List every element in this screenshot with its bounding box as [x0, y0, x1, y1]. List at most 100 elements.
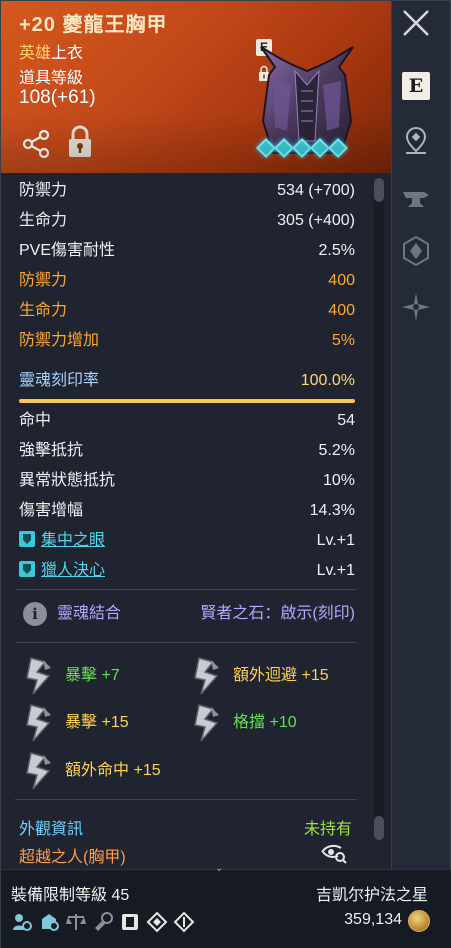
- skill-row: 集中之眼 Lv.+1: [19, 528, 355, 554]
- equip-level-requirement: 裝備限制等級 45: [11, 887, 130, 904]
- soul-imprint-value: 100.0%: [300, 372, 355, 389]
- soul-imprint-row: 靈魂刻印率 100.0%: [19, 368, 355, 394]
- stat-row: 防禦力 534 (+700): [19, 178, 355, 204]
- expand-chevron-icon[interactable]: ⌄: [215, 863, 223, 874]
- sub-stat-row: 異常狀態抵抗 10%: [19, 468, 355, 494]
- preview-eye-icon[interactable]: [321, 843, 347, 865]
- engraving-bonus: +15: [133, 762, 161, 779]
- scrollbar[interactable]: [374, 178, 384, 840]
- soul-imprint-label: 靈魂刻印率: [19, 372, 100, 389]
- stat-label: PVE傷害耐性: [19, 242, 116, 259]
- stat-value: 5%: [331, 332, 355, 349]
- item-tooltip-panel: +20 夔龍王胸甲 英雄上衣 道具等級 108(+61) E E 防禦力 534…: [0, 0, 451, 948]
- stat-value: 2.5%: [318, 242, 355, 259]
- engraving-icon: [26, 752, 51, 790]
- skill-name[interactable]: 集中之眼: [41, 532, 105, 549]
- engraving-item[interactable]: 額外迴避 +15: [191, 656, 361, 696]
- stat-label: 生命力: [19, 302, 68, 319]
- gem-socket: [328, 138, 348, 158]
- stat-value: 305 (+400): [277, 212, 355, 229]
- sub-stat-value: 14.3%: [309, 502, 355, 519]
- item-header: +20 夔龍王胸甲 英雄上衣 道具等級 108(+61) E: [1, 1, 391, 173]
- soul-imprint-bar: [19, 399, 355, 403]
- appearance-label: 外觀資訊: [19, 821, 84, 838]
- share-icon[interactable]: [21, 129, 51, 159]
- engraving-text: 額外命中 +15: [65, 751, 161, 791]
- sub-stat-label: 命中: [19, 412, 52, 429]
- sub-stat-row: 強擊抵抗 5.2%: [19, 438, 355, 464]
- no-auction-icon: [66, 914, 86, 930]
- engraving-name: 額外迴避: [233, 667, 298, 684]
- engraving-bonus: +7: [101, 667, 120, 684]
- lock-icon[interactable]: [67, 125, 93, 159]
- engraving-name: 暴擊: [65, 714, 98, 731]
- item-level-value: 108(+61): [19, 87, 96, 108]
- skill-name[interactable]: 獵人決心: [41, 562, 105, 579]
- appearance-status: 未持有: [304, 821, 353, 838]
- sub-stat-label: 強擊抵抗: [19, 442, 84, 459]
- stat-label: 生命力: [19, 212, 68, 229]
- engraving-text: 暴擊 +15: [65, 703, 129, 743]
- grade-slot: 上衣: [51, 45, 84, 62]
- gem-socket: [292, 138, 312, 158]
- skill-link[interactable]: 獵人決心: [19, 558, 105, 584]
- divider: [15, 799, 357, 800]
- soul-bond-row: i 靈魂結合 賢者之石：啟示(刻印): [23, 601, 359, 627]
- gem-socket-tab-icon[interactable]: [400, 235, 432, 267]
- skill-book-icon: [19, 561, 35, 577]
- engraving-text: 暴擊 +7: [65, 656, 120, 696]
- engraving-item[interactable]: 格擋 +10: [191, 703, 361, 743]
- book-icon: [122, 914, 138, 930]
- engraving-item[interactable]: 暴擊 +15: [23, 703, 193, 743]
- bound-character-icon: [13, 914, 32, 931]
- appearance-name: 超越之人(胸甲): [19, 849, 126, 866]
- engraving-name: 暴擊: [65, 667, 98, 684]
- skill-row: 獵人決心 Lv.+1: [19, 558, 355, 584]
- anvil-icon[interactable]: [400, 183, 432, 215]
- stat-value: 400: [328, 302, 355, 319]
- stat-label: 防禦力增加: [19, 332, 100, 349]
- server-name: 吉凱尔护法之星: [315, 887, 428, 904]
- stat-row: 生命力 305 (+400): [19, 208, 355, 234]
- stat-label: 防禦力: [19, 272, 68, 289]
- skill-level: Lv.+1: [316, 532, 355, 549]
- sell-price: 359,134: [344, 911, 402, 928]
- engraving-bonus: +15: [101, 714, 129, 731]
- divider: [15, 642, 357, 643]
- sub-stat-value: 54: [337, 412, 355, 429]
- diamond-icon: [173, 911, 195, 933]
- sub-stat-label: 傷害增幅: [19, 502, 84, 519]
- close-icon[interactable]: [400, 7, 432, 39]
- no-dismantle-icon: [95, 912, 113, 931]
- gem-socket: [310, 138, 330, 158]
- stat-value: 400: [328, 272, 355, 289]
- map-pin-icon[interactable]: [400, 125, 432, 157]
- engraving-text: 格擋 +10: [233, 703, 297, 743]
- trade-restriction-icons: [11, 911, 195, 933]
- equipment-tab[interactable]: E: [402, 72, 430, 100]
- info-icon[interactable]: i: [23, 602, 47, 626]
- gem-sockets: [256, 138, 369, 158]
- stat-row: 生命力 400: [19, 298, 355, 324]
- scroll-down-handle[interactable]: [374, 816, 384, 840]
- gem-socket: [274, 138, 294, 158]
- engraving-icon: [194, 657, 219, 695]
- soul-bond-value: 賢者之石：啟示(刻印): [200, 605, 355, 622]
- gem-socket: [256, 138, 276, 158]
- stat-row: 防禦力 400: [19, 268, 355, 294]
- skill-link[interactable]: 集中之眼: [19, 528, 105, 554]
- scroll-up-handle[interactable]: [374, 178, 384, 202]
- engraving-icon: [194, 704, 219, 742]
- sub-stat-label: 異常狀態抵抗: [19, 472, 116, 489]
- engraving-item[interactable]: 暴擊 +7: [23, 656, 193, 696]
- no-trade-icon: [42, 914, 59, 931]
- star-burst-icon[interactable]: [400, 291, 432, 323]
- item-grade: 英雄上衣: [19, 39, 83, 63]
- sub-stat-value: 10%: [322, 472, 355, 489]
- engraving-item[interactable]: 額外命中 +15: [23, 751, 193, 791]
- chest-armor-image: [260, 46, 354, 154]
- stat-value: 534 (+700): [277, 182, 355, 199]
- engraving-name: 格擋: [233, 714, 266, 731]
- sub-stat-row: 命中 54: [19, 408, 355, 434]
- divider: [15, 589, 357, 590]
